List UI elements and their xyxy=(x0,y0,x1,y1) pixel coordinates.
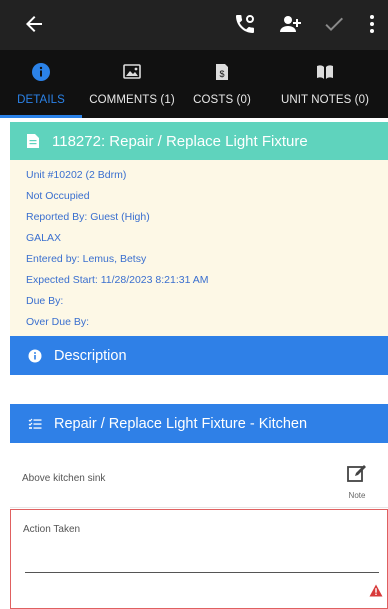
images-icon xyxy=(123,64,141,79)
over-due-by-line: Over Due By: xyxy=(26,316,90,328)
tab-label: COMMENTS (1) xyxy=(89,94,175,106)
unit-line: Unit #10202 (2 Bdrm) xyxy=(26,169,127,181)
action-taken-label: Action Taken xyxy=(23,524,81,535)
more-vert-icon[interactable] xyxy=(366,12,378,36)
task-title: Repair / Replace Light Fixture - Kitchen xyxy=(54,415,308,432)
action-taken-underline xyxy=(25,572,379,573)
description-header[interactable]: Description xyxy=(10,336,388,375)
note-button[interactable]: Note xyxy=(342,464,372,504)
tab-label: UNIT NOTES (0) xyxy=(280,94,370,106)
arrow-left-icon[interactable] xyxy=(22,12,46,36)
edit-note-icon xyxy=(347,465,366,482)
divider xyxy=(10,507,388,508)
tab-costs[interactable]: $ COSTS (0) xyxy=(182,50,262,118)
task-detail: Above kitchen sink xyxy=(22,473,106,484)
occupancy-line: Not Occupied xyxy=(26,190,90,202)
top-app-bar xyxy=(0,0,388,50)
task-item: Above kitchen sink Note xyxy=(10,443,388,507)
work-order-title: 118272: Repair / Replace Light Fixture xyxy=(52,132,308,150)
warning-icon xyxy=(369,584,383,597)
property-line: GALAX xyxy=(26,232,62,244)
note-label: Note xyxy=(348,491,366,500)
svg-text:$: $ xyxy=(219,69,224,79)
info-icon xyxy=(32,63,50,81)
description-body xyxy=(10,375,388,404)
expected-start-line: Expected Start: 11/28/2023 8:21:31 AM xyxy=(26,274,209,286)
add-user-icon[interactable] xyxy=(279,12,303,36)
work-order-header: 118272: Repair / Replace Light Fixture xyxy=(10,122,388,160)
phone-call-icon[interactable] xyxy=(233,12,257,36)
work-order-details: Unit #10202 (2 Bdrm) Not Occupied Report… xyxy=(10,160,388,336)
info-icon xyxy=(28,349,42,362)
action-taken-field[interactable]: Action Taken xyxy=(10,509,388,609)
document-icon xyxy=(27,134,39,148)
invoice-icon: $ xyxy=(216,64,228,80)
tab-label: COSTS (0) xyxy=(193,94,251,106)
page-margin xyxy=(0,118,10,609)
reported-by-line: Reported By: Guest (High) xyxy=(26,211,150,223)
tab-comments[interactable]: COMMENTS (1) xyxy=(82,50,182,118)
entered-by-line: Entered by: Lemus, Betsy xyxy=(26,253,147,265)
tab-unit-notes[interactable]: UNIT NOTES (0) xyxy=(262,50,388,118)
check-icon[interactable] xyxy=(322,12,346,36)
description-title: Description xyxy=(54,347,127,364)
tab-label: DETAILS xyxy=(17,94,65,106)
tab-details[interactable]: DETAILS xyxy=(0,50,82,118)
due-by-line: Due By: xyxy=(26,295,64,307)
task-header[interactable]: Repair / Replace Light Fixture - Kitchen xyxy=(10,404,388,443)
tab-bar: DETAILS COMMENTS (1) $ COSTS (0) UNIT NO… xyxy=(0,50,388,118)
book-icon xyxy=(317,65,333,79)
checklist-icon xyxy=(28,418,42,429)
